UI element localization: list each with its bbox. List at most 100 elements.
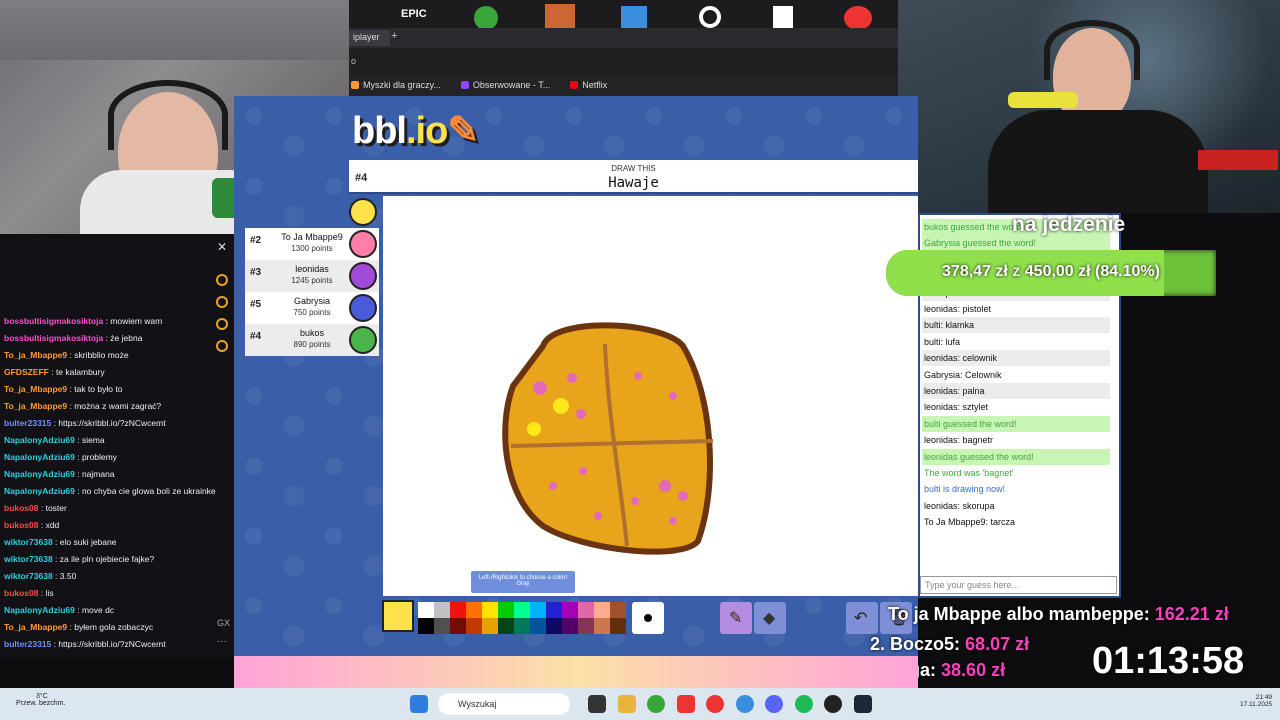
- color-swatch[interactable]: [466, 618, 482, 634]
- twitch-username[interactable]: To_ja_Mbappe9: [4, 622, 67, 632]
- pencil-tool-button[interactable]: ✎: [720, 602, 752, 634]
- color-swatch[interactable]: [578, 602, 594, 618]
- puzzle-icon[interactable]: [216, 318, 228, 330]
- twitch-username[interactable]: bukos08: [4, 503, 39, 513]
- tab-active[interactable]: iplayer: [349, 30, 390, 46]
- color-swatch[interactable]: [530, 602, 546, 618]
- new-tab-button[interactable]: +: [391, 30, 397, 42]
- obs-icon[interactable]: [824, 695, 842, 713]
- player-row[interactable]: #3 leonidas 1245 points: [245, 260, 379, 292]
- color-swatch[interactable]: [514, 618, 530, 634]
- twitch-username[interactable]: To_ja_Mbappe9: [4, 350, 67, 360]
- color-swatch[interactable]: [434, 602, 450, 618]
- twitch-username[interactable]: wiktor73638: [4, 554, 53, 564]
- twitch-username[interactable]: wiktor73638: [4, 571, 53, 581]
- clock-icon[interactable]: [216, 296, 228, 308]
- current-color[interactable]: [382, 600, 414, 632]
- chat-message: leonidas: celownik: [922, 350, 1110, 367]
- pencil-icon: ✎: [447, 110, 479, 152]
- discord-icon[interactable]: [765, 695, 783, 713]
- epic-label[interactable]: EPIC: [401, 8, 427, 20]
- twitch-username[interactable]: wiktor73638: [4, 537, 53, 547]
- color-swatch[interactable]: [594, 618, 610, 634]
- guess-input[interactable]: Type your guess here...: [920, 576, 1117, 594]
- twitch-username[interactable]: bukos08: [4, 588, 39, 598]
- explorer-icon[interactable]: [618, 695, 636, 713]
- netflix-icon: [570, 81, 579, 89]
- color-swatch[interactable]: [498, 618, 514, 634]
- more-icon[interactable]: ···: [217, 636, 227, 647]
- twitch-username[interactable]: bulter23315: [4, 418, 51, 428]
- drawing-dot: [553, 398, 569, 414]
- twitch-username[interactable]: GFDSZEFF: [4, 367, 49, 377]
- color-swatch[interactable]: [498, 602, 514, 618]
- color-swatch[interactable]: [546, 618, 562, 634]
- chat-text: bulti guessed the word!: [924, 418, 1017, 429]
- app-icon-game[interactable]: [545, 4, 575, 28]
- app-icon[interactable]: [677, 695, 695, 713]
- opera-icon[interactable]: [706, 695, 724, 713]
- color-swatch[interactable]: [530, 618, 546, 634]
- player-row[interactable]: #4 bukos 890 points: [245, 324, 379, 356]
- steam-icon[interactable]: [854, 695, 872, 713]
- gx-icon[interactable]: GX: [217, 618, 230, 628]
- player-row[interactable]: #5 Gabrysia 750 points: [245, 292, 379, 324]
- app-icon-ring[interactable]: [699, 6, 721, 28]
- color-swatch[interactable]: [610, 602, 626, 618]
- color-swatch[interactable]: [562, 602, 578, 618]
- bookmark-netflix[interactable]: Netflix: [570, 79, 607, 91]
- taskview-icon[interactable]: [588, 695, 606, 713]
- color-swatch[interactable]: [450, 602, 466, 618]
- browser-icon[interactable]: [736, 695, 754, 713]
- color-swatch[interactable]: [418, 618, 434, 634]
- brush-size-button[interactable]: [632, 602, 664, 634]
- twitch-username[interactable]: bossbultisigmakosiktoja: [4, 316, 103, 326]
- spotify-icon[interactable]: [795, 695, 813, 713]
- color-swatch[interactable]: [482, 602, 498, 618]
- gear-icon[interactable]: [216, 340, 228, 352]
- taskbar-search[interactable]: Wyszukaj: [438, 693, 570, 715]
- color-swatch[interactable]: [578, 618, 594, 634]
- color-swatch[interactable]: [482, 618, 498, 634]
- bookmark-myszki[interactable]: Myszki dla graczy...: [351, 79, 441, 91]
- twitch-username[interactable]: NapalonyAdziu69: [4, 452, 75, 462]
- app-icon-blue[interactable]: [621, 6, 647, 28]
- start-icon[interactable]: [410, 695, 428, 713]
- emote-icon[interactable]: [216, 274, 228, 286]
- color-swatch[interactable]: [418, 602, 434, 618]
- twitch-username[interactable]: bossbultisigmakosiktoja: [4, 333, 103, 343]
- color-swatch[interactable]: [434, 618, 450, 634]
- color-swatch[interactable]: [450, 618, 466, 634]
- windows-taskbar: 3°C Przew. bezchm. Wyszukaj 21:49 17.11.…: [0, 688, 1280, 720]
- drawing-canvas[interactable]: [383, 196, 918, 596]
- chat-sidebar: ✕ GX ···: [212, 238, 234, 658]
- app-icon-green[interactable]: [474, 6, 498, 30]
- twitch-username[interactable]: NapalonyAdziu69: [4, 435, 75, 445]
- fill-tool-button[interactable]: ◆: [754, 602, 786, 634]
- color-swatch[interactable]: [594, 602, 610, 618]
- donor-amount: 38.60 zł: [941, 660, 1006, 680]
- weather-widget[interactable]: 3°C Przew. bezchm.: [16, 693, 65, 707]
- player-row[interactable]: #2 To Ja Mbappe9 1300 points: [245, 228, 379, 260]
- url-bar[interactable]: o: [349, 48, 898, 74]
- color-swatch[interactable]: [610, 618, 626, 634]
- app-icon-doc[interactable]: [773, 6, 793, 30]
- color-swatch[interactable]: [546, 602, 562, 618]
- bookmark-obserwowane[interactable]: Obserwowane - T...: [460, 79, 550, 91]
- twitch-username[interactable]: wiktor73638: [4, 656, 53, 658]
- close-icon[interactable]: ✕: [217, 240, 227, 254]
- twitch-username[interactable]: To_ja_Mbappe9: [4, 384, 67, 394]
- twitch-username[interactable]: To_ja_Mbappe9: [4, 401, 67, 411]
- color-swatch[interactable]: [562, 618, 578, 634]
- clock-date: 17.11.2025: [1240, 701, 1273, 708]
- twitch-username[interactable]: NapalonyAdziu69: [4, 486, 75, 496]
- color-swatch[interactable]: [514, 602, 530, 618]
- chrome-icon[interactable]: [647, 695, 665, 713]
- twitch-username[interactable]: NapalonyAdziu69: [4, 469, 75, 479]
- color-swatch[interactable]: [466, 602, 482, 618]
- taskbar-clock[interactable]: 21:49 17.11.2025: [1240, 694, 1272, 708]
- app-icon-red[interactable]: [844, 6, 872, 30]
- twitch-username[interactable]: bukos08: [4, 520, 39, 530]
- twitch-username[interactable]: NapalonyAdziu69: [4, 605, 75, 615]
- twitch-username[interactable]: bulter23315: [4, 639, 51, 649]
